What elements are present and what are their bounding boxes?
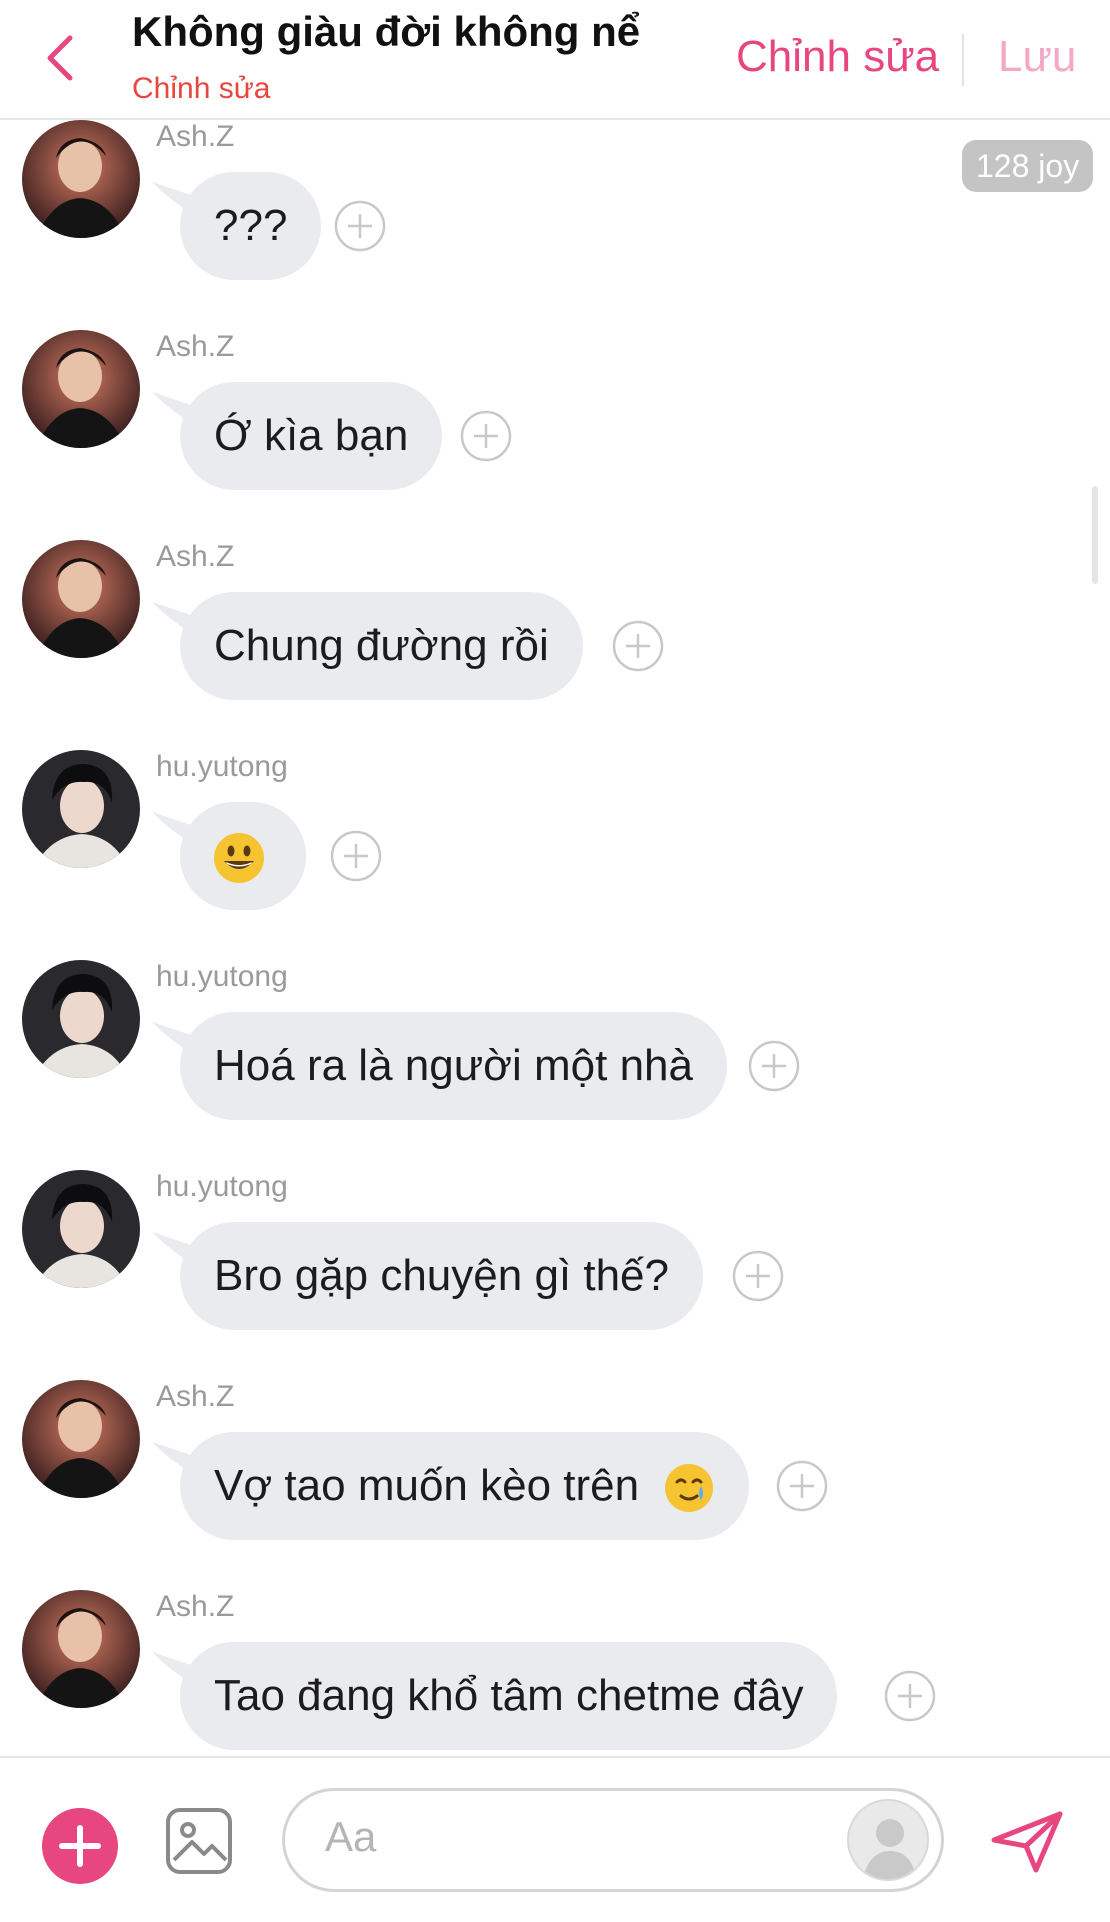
voice-avatar-icon[interactable] [847,1799,929,1881]
avatar-ash[interactable] [22,1590,140,1708]
sender-name: Ash.Z [156,1590,235,1623]
sender-name: hu.yutong [156,960,288,993]
avatar-hu[interactable] [22,960,140,1078]
avatar-ash[interactable] [22,540,140,658]
chat-message: Ash.Z Tao đang khổ tâm chetme đây [0,1590,1110,1780]
composer-bar: Aa [0,1756,1110,1922]
plus-circle-icon[interactable] [776,1460,828,1512]
save-button[interactable]: Lưu [998,32,1076,82]
back-chevron-icon[interactable] [40,30,80,86]
sender-name: Ash.Z [156,540,235,573]
chat-message: hu.yutong Hoá ra là người một nhà [0,960,1110,1150]
sender-name: Ash.Z [156,1380,235,1413]
plus-circle-icon[interactable] [884,1670,936,1722]
sender-name: Ash.Z [156,330,235,363]
message-bubble[interactable]: ??? [180,172,322,280]
avatar-ash[interactable] [22,1380,140,1498]
message-input[interactable]: Aa [282,1788,944,1892]
chat-message: Ash.Z Ớ kìa bạn [0,330,1110,520]
message-bubble[interactable]: Bro gặp chuyện gì thế? [180,1222,703,1330]
sender-name: hu.yutong [156,1170,288,1203]
chat-message: Ash.Z Chung đường rồi [0,540,1110,730]
sender-name: hu.yutong [156,750,288,783]
input-placeholder: Aa [325,1813,377,1860]
message-bubble[interactable] [180,802,306,910]
plus-circle-icon[interactable] [460,410,512,462]
plus-circle-icon[interactable] [732,1250,784,1302]
chat-header: Không giàu đời không nể Chỉnh sửa Chỉnh … [0,0,1110,120]
chat-message: hu.yutong [0,750,1110,940]
header-divider [962,34,964,86]
send-icon[interactable] [990,1810,1064,1874]
plus-circle-icon[interactable] [330,830,382,882]
crying-smile-emoji [665,1464,714,1513]
add-button[interactable] [42,1808,118,1884]
chat-message: Ash.Z ??? [0,120,1110,310]
message-bubble[interactable]: Hoá ra là người một nhà [180,1012,727,1120]
grin-emoji [214,833,264,884]
avatar-ash[interactable] [22,120,140,238]
plus-circle-icon[interactable] [334,200,386,252]
message-bubble[interactable]: Vợ tao muốn kèo trên [180,1432,750,1540]
image-icon[interactable] [164,1806,234,1876]
chat-message: hu.yutong Bro gặp chuyện gì thế? [0,1170,1110,1360]
avatar-ash[interactable] [22,330,140,448]
message-bubble[interactable]: Tao đang khổ tâm chetme đây [180,1642,838,1750]
page-subtitle[interactable]: Chỉnh sửa [132,72,271,106]
avatar-hu[interactable] [22,1170,140,1288]
avatar-hu[interactable] [22,750,140,868]
chat-message: Ash.Z Vợ tao muốn kèo trên [0,1380,1110,1570]
plus-circle-icon[interactable] [612,620,664,672]
plus-circle-icon[interactable] [748,1040,800,1092]
edit-button[interactable]: Chỉnh sửa [736,32,939,82]
sender-name: Ash.Z [156,120,235,153]
message-bubble[interactable]: Chung đường rồi [180,592,583,700]
add-icon [59,1825,101,1867]
message-bubble[interactable]: Ớ kìa bạn [180,382,443,490]
message-text: Vợ tao muốn kèo trên [214,1461,640,1510]
page-title: Không giàu đời không nể [132,8,641,55]
